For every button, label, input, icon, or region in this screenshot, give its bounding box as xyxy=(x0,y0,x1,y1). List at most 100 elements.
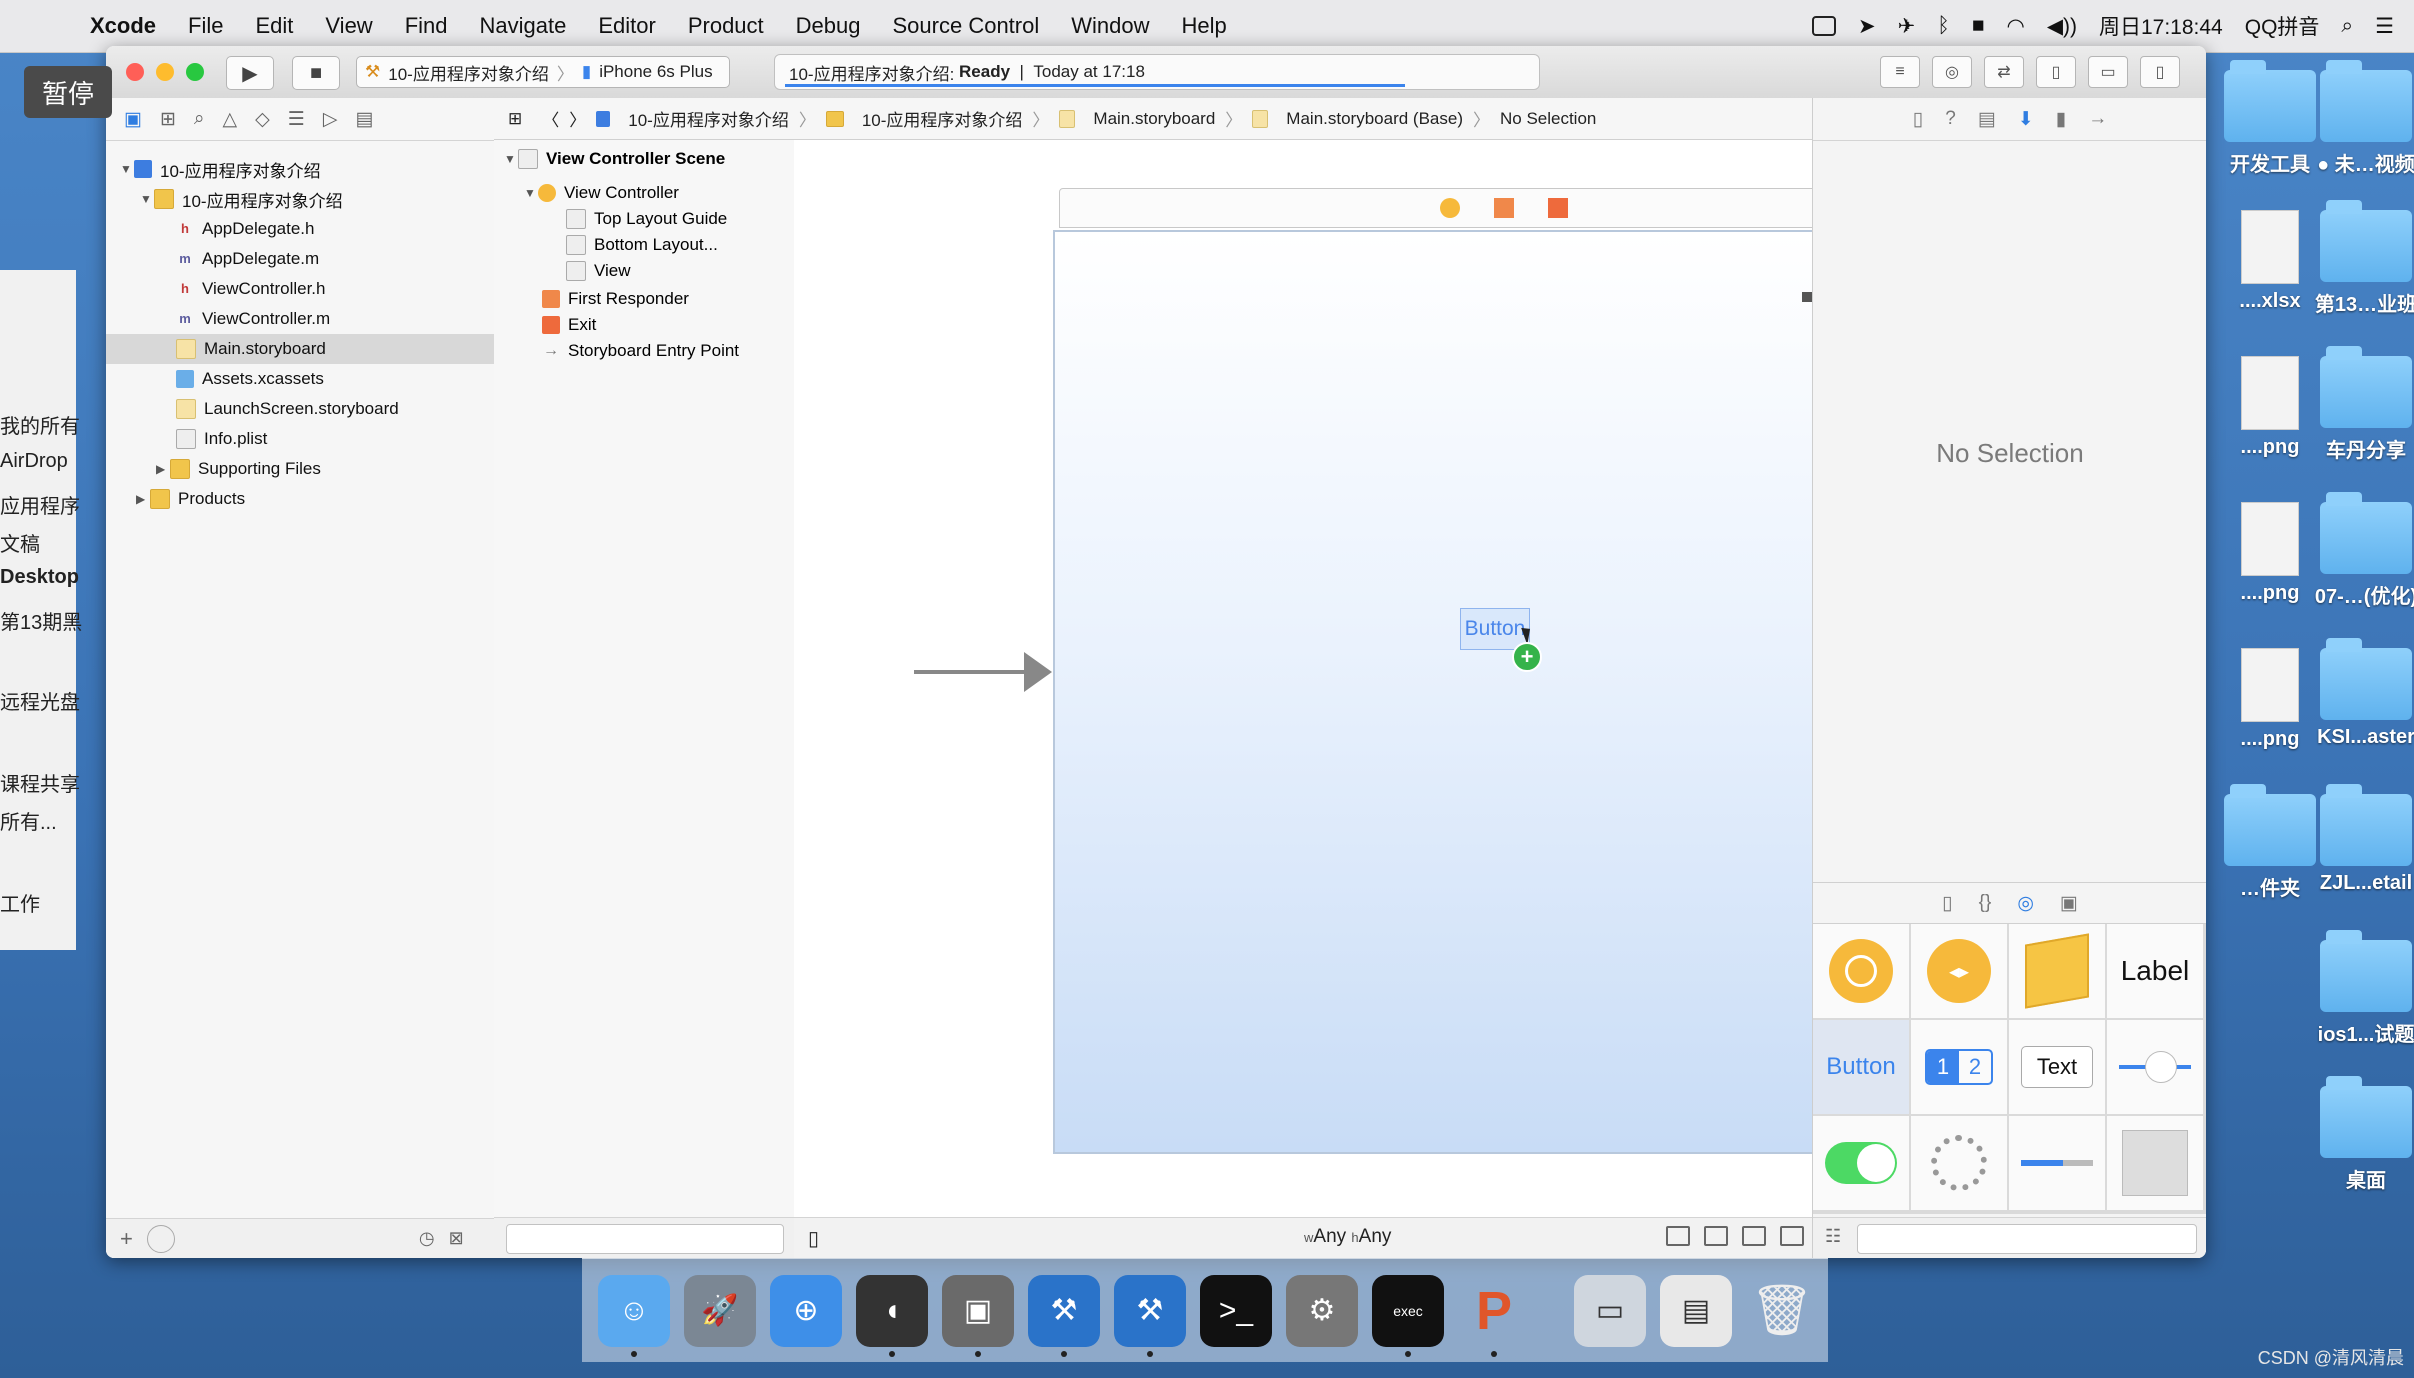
size-inspector-icon[interactable]: ▮ xyxy=(2056,108,2066,131)
library-filter-input[interactable] xyxy=(1857,1224,2197,1254)
stack-icon[interactable] xyxy=(1666,1226,1690,1246)
first-responder-icon[interactable] xyxy=(1494,198,1514,218)
location-icon[interactable]: ➤ xyxy=(1858,14,1876,39)
align-icon[interactable] xyxy=(1704,1226,1728,1246)
source-control-filter-icon[interactable]: ⊠ xyxy=(449,1228,464,1249)
library-item-navigation-controller[interactable]: ◂▸ xyxy=(1911,924,2007,1018)
recent-files-icon[interactable]: ◷ xyxy=(419,1228,435,1249)
spotlight-search-icon[interactable]: ⌕ xyxy=(2341,14,2353,38)
breakpoint-icon[interactable]: ▷ xyxy=(323,108,338,131)
library-item-object[interactable] xyxy=(2009,924,2105,1018)
tree-row-group[interactable]: ▶ Supporting Files xyxy=(156,454,321,484)
identity-inspector-icon[interactable]: ▤ xyxy=(1978,108,1996,131)
menu-debug[interactable]: Debug xyxy=(796,13,861,39)
view-controller-icon[interactable] xyxy=(1440,198,1460,218)
size-class-control[interactable]: wAny hAny xyxy=(1304,1226,1391,1248)
mouse-app-icon[interactable]: ◖ xyxy=(856,1274,928,1357)
desktop-item[interactable]: KSI...aster xyxy=(2306,638,2414,749)
add-icon[interactable]: + xyxy=(120,1226,133,1252)
search-icon[interactable]: ⌕ xyxy=(194,108,205,130)
scheme-selector[interactable]: ⚒ 10-应用程序对象介绍 〉 ▮ iPhone 6s Plus xyxy=(356,56,730,88)
test-icon[interactable]: ◇ xyxy=(255,108,270,131)
breadcrumb-file[interactable]: Main.storyboard xyxy=(1093,109,1215,129)
toggle-utilities-button[interactable]: ▯ xyxy=(2140,56,2180,88)
library-item-page-control[interactable] xyxy=(2107,1116,2203,1210)
zoom-button[interactable] xyxy=(186,63,204,81)
tree-row-file[interactable]: Assets.xcassets xyxy=(176,364,324,394)
filter-icon[interactable] xyxy=(146,1224,175,1253)
safari-icon[interactable]: ⊕ xyxy=(770,1274,842,1347)
breadcrumb-project[interactable]: 10-应用程序对象介绍 xyxy=(628,106,789,131)
resize-handle[interactable] xyxy=(1802,292,1812,302)
trash-icon[interactable]: 🗑 xyxy=(1746,1275,1818,1347)
system-preferences-icon[interactable]: ⚙ xyxy=(1286,1274,1358,1347)
screen-recorder-icon[interactable]: ▣ xyxy=(942,1274,1014,1357)
grid-view-icon[interactable]: ☷ xyxy=(1825,1226,1841,1247)
close-button[interactable] xyxy=(126,63,144,81)
view-controller-view[interactable] xyxy=(1053,230,1812,1154)
library-item-activity-indicator[interactable] xyxy=(1911,1116,2007,1210)
library-item-view-controller[interactable] xyxy=(1813,924,1909,1018)
breadcrumb-group[interactable]: 10-应用程序对象介绍 xyxy=(862,106,1023,131)
pin-icon[interactable] xyxy=(1742,1226,1766,1246)
tree-row-file-selected[interactable]: Main.storyboard xyxy=(106,334,494,364)
library-item-segmented-control[interactable]: 12 xyxy=(1911,1020,2007,1114)
desktop-item[interactable]: ZJL...etail xyxy=(2306,784,2414,895)
exec-terminal-icon[interactable]: exec xyxy=(1372,1274,1444,1357)
menu-product[interactable]: Product xyxy=(688,13,764,39)
desktop-item[interactable]: 07-…(优化) xyxy=(2306,492,2414,609)
symbol-navigator-icon[interactable]: ⊞ xyxy=(160,108,176,131)
scheme-device[interactable]: iPhone 6s Plus xyxy=(599,62,712,82)
quick-help-icon[interactable]: ? xyxy=(1945,108,1956,130)
tree-row-file[interactable]: m AppDelegate.m xyxy=(176,244,319,274)
minimize-button[interactable] xyxy=(156,63,174,81)
desktop-item[interactable]: 桌面 xyxy=(2306,1076,2414,1193)
media-library-icon[interactable]: ▣ xyxy=(2060,892,2078,915)
notification-center-icon[interactable]: ☰ xyxy=(2375,14,2394,39)
toggle-navigator-button[interactable]: ▯ xyxy=(2036,56,2076,88)
finder-sidebar-item[interactable]: AirDrop xyxy=(0,450,68,473)
tree-row-file[interactable]: LaunchScreen.storyboard xyxy=(176,394,399,424)
library-item-slider[interactable] xyxy=(2107,1020,2203,1114)
warning-icon[interactable]: △ xyxy=(223,108,238,131)
disclosure-open-icon[interactable]: ▼ xyxy=(140,192,154,206)
menu-app-name[interactable]: Xcode xyxy=(90,13,156,39)
folder-icon[interactable]: ▣ xyxy=(124,108,142,131)
library-item-switch[interactable] xyxy=(1813,1116,1909,1210)
tree-row-file[interactable]: m ViewController.m xyxy=(176,304,330,334)
storyboard-canvas[interactable]: Button + xyxy=(794,140,1812,1218)
stop-button[interactable]: ■ xyxy=(292,56,340,90)
menu-file[interactable]: File xyxy=(188,13,223,39)
library-item-label[interactable]: Label xyxy=(2107,924,2203,1018)
instruments-icon[interactable]: ⚒ xyxy=(1114,1274,1186,1357)
volume-icon[interactable]: ◀)) xyxy=(2047,14,2077,39)
lock-icon[interactable]: ■ xyxy=(1972,14,1985,38)
desktop-stack-icon[interactable]: ▭ xyxy=(1574,1274,1646,1347)
finder-sidebar-item[interactable]: 文稿 xyxy=(0,528,40,557)
connections-inspector-icon[interactable]: → xyxy=(2088,108,2107,130)
disclosure-closed-icon[interactable]: ▶ xyxy=(136,492,150,506)
finder-sidebar-item[interactable]: 我的所有 xyxy=(0,410,80,439)
library-item-progress-view[interactable] xyxy=(2009,1116,2105,1210)
breadcrumb-selection[interactable]: No Selection xyxy=(1500,109,1596,129)
menu-window[interactable]: Window xyxy=(1071,13,1149,39)
outline-filter-input[interactable] xyxy=(506,1224,784,1254)
forward-arrow-icon[interactable]: 〉 xyxy=(569,106,586,131)
terminal-icon[interactable]: >_ xyxy=(1200,1274,1272,1347)
finder-sidebar-item[interactable]: Desktop xyxy=(0,566,79,589)
outline-item[interactable]: View xyxy=(566,256,631,286)
standard-editor-button[interactable]: ≡ xyxy=(1880,56,1920,88)
menu-source-control[interactable]: Source Control xyxy=(893,13,1040,39)
menu-view[interactable]: View xyxy=(325,13,372,39)
back-arrow-icon[interactable]: 〈 xyxy=(542,106,559,131)
finder-sidebar-item[interactable]: 远程光盘 xyxy=(0,686,80,715)
screen-record-icon[interactable] xyxy=(1812,16,1836,36)
desktop-item[interactable]: ● 未…视频 xyxy=(2306,60,2414,177)
finder-sidebar-item[interactable]: 应用程序 xyxy=(0,490,80,519)
outline-scene[interactable]: ▼ View Controller Scene xyxy=(504,144,725,174)
tree-row-file[interactable]: Info.plist xyxy=(176,424,267,454)
disclosure-open-icon[interactable]: ▼ xyxy=(120,162,134,176)
tree-row-file[interactable]: h AppDelegate.h xyxy=(176,214,314,244)
assistant-editor-button[interactable]: ◎ xyxy=(1932,56,1972,88)
input-method[interactable]: QQ拼音 xyxy=(2245,11,2320,41)
